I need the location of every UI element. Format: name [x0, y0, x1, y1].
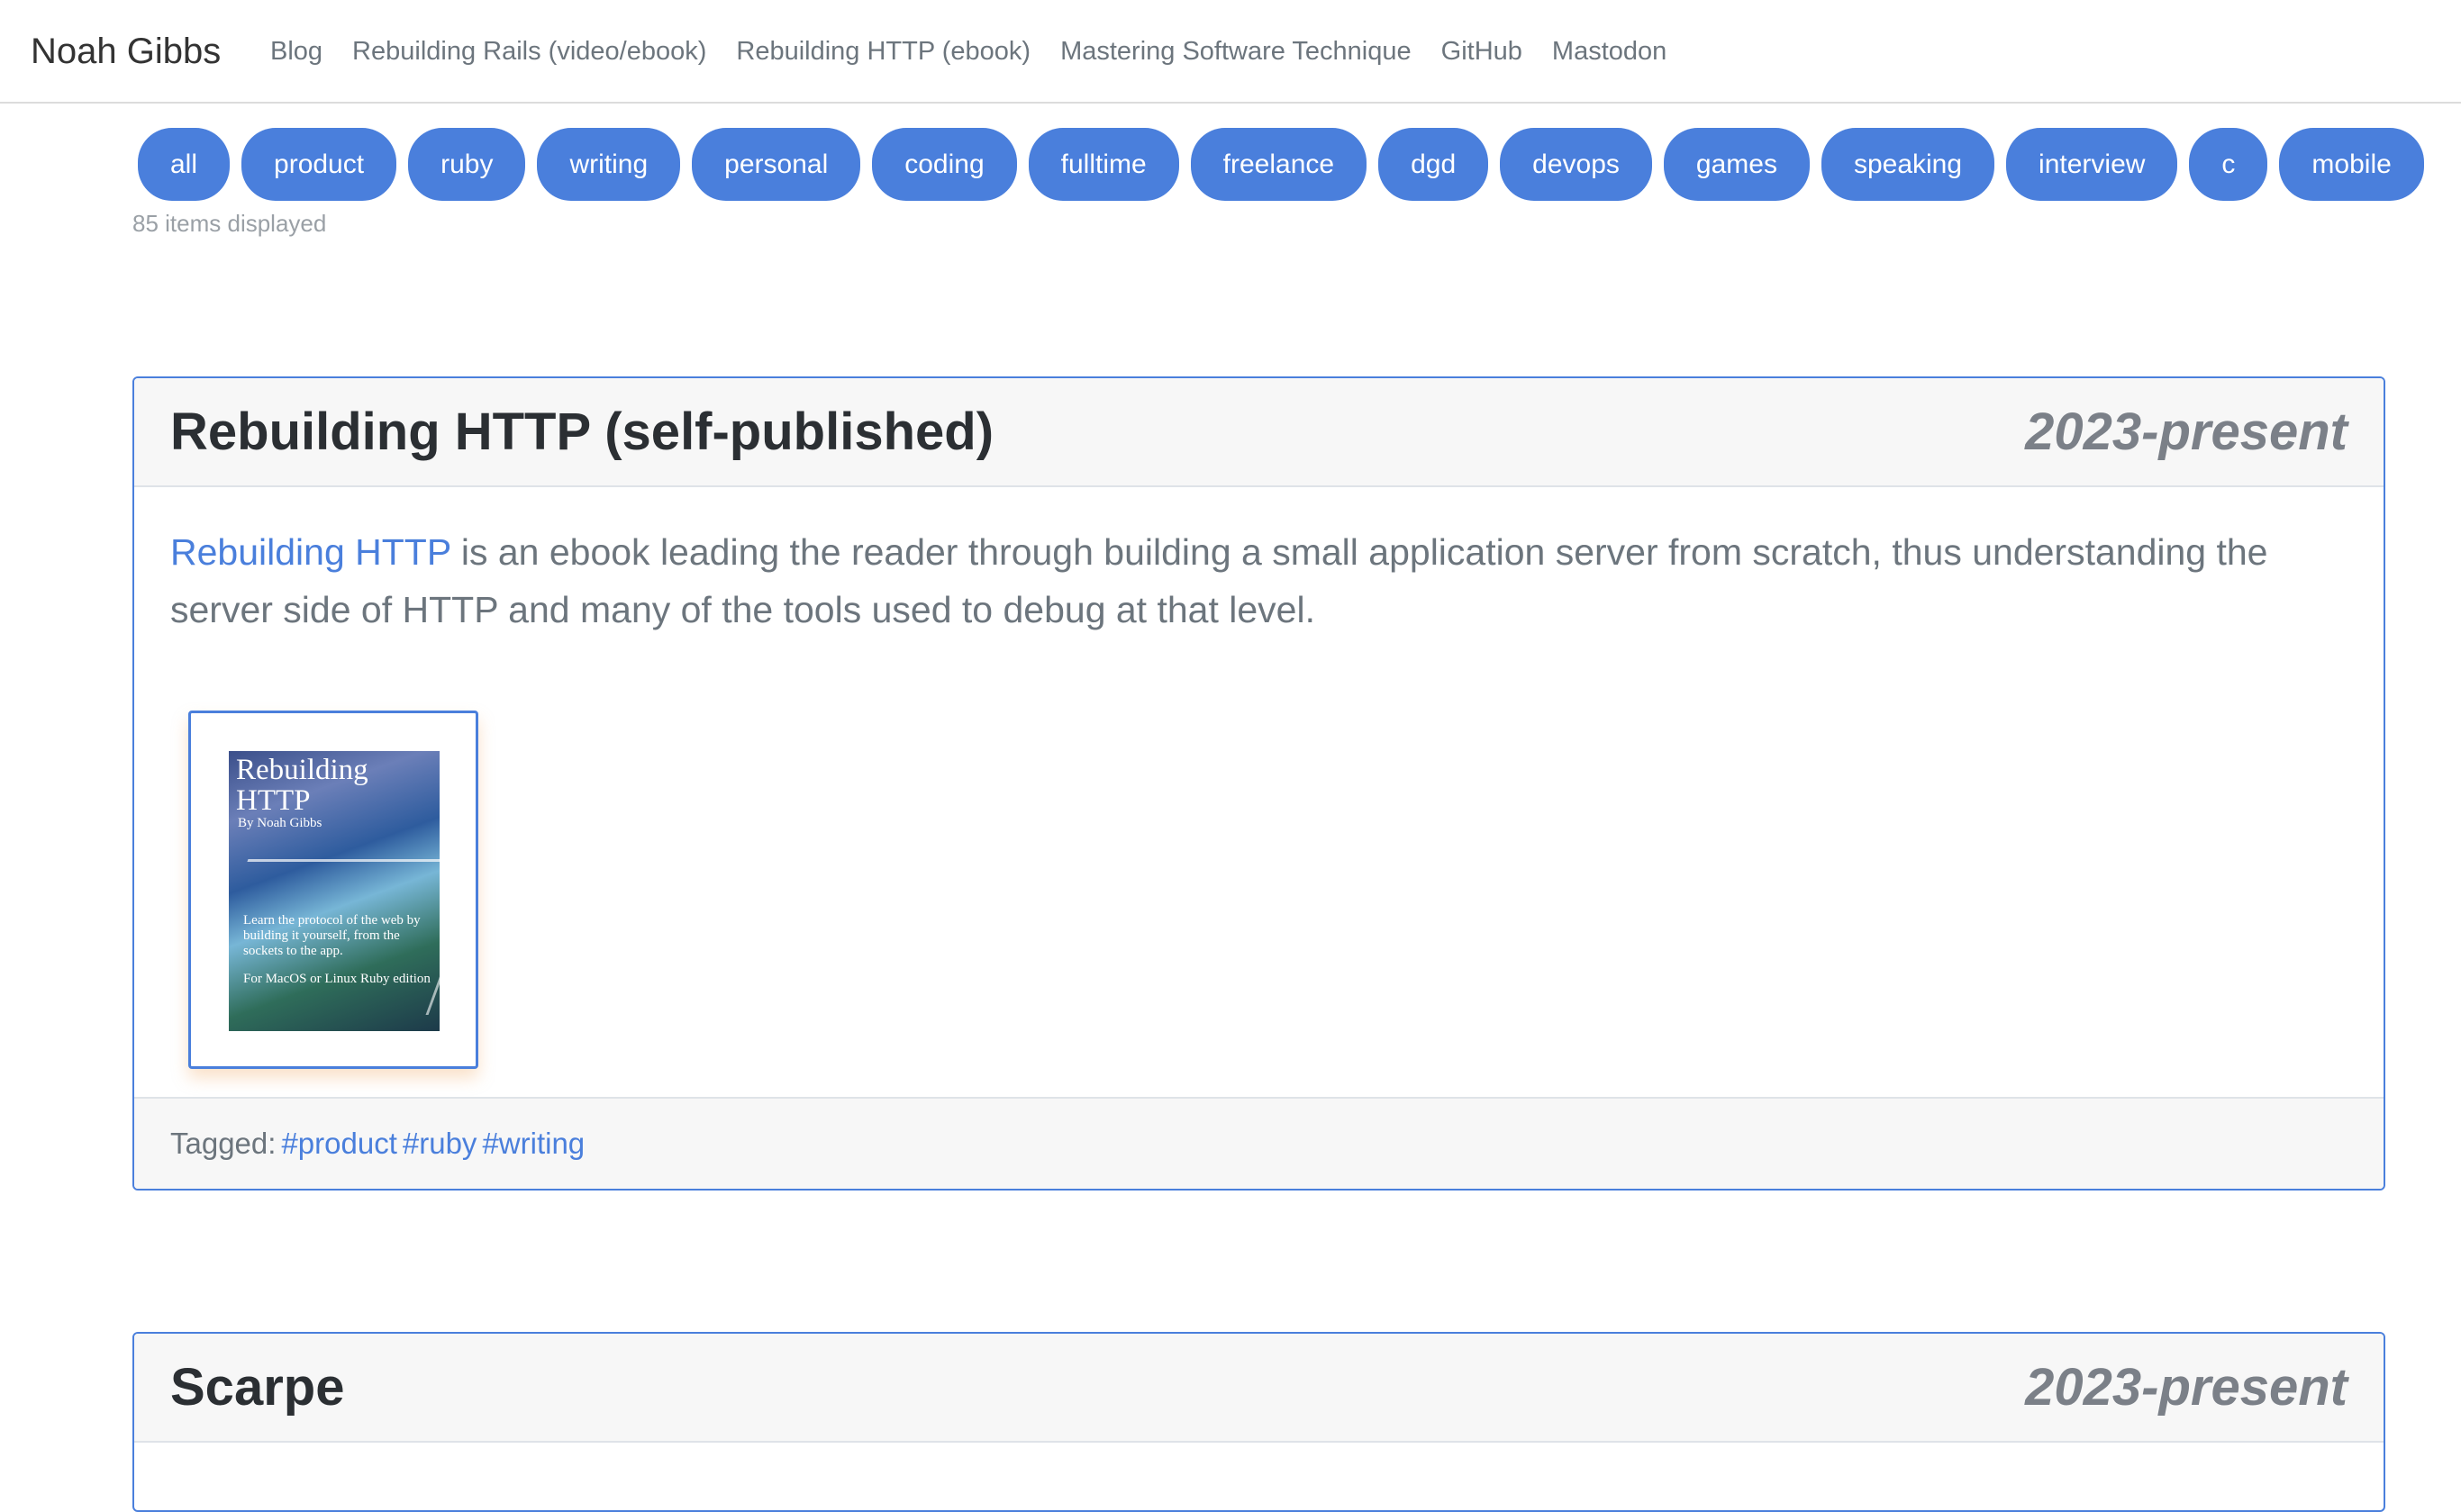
project-card: Scarpe 2023-present: [132, 1332, 2385, 1512]
book-cover-image: Rebuilding HTTP By Noah Gibbs Learn the …: [229, 751, 440, 1031]
tag-filter-speaking[interactable]: speaking: [1821, 128, 1995, 201]
nav-link-mastodon[interactable]: Mastodon: [1552, 37, 1666, 67]
card-body: Rebuilding HTTP is an ebook leading the …: [134, 487, 2384, 1097]
card-title: Scarpe: [170, 1358, 345, 1417]
card-footer: Tagged: #product #ruby #writing: [134, 1097, 2384, 1189]
tag-filter-dgd[interactable]: dgd: [1378, 128, 1489, 201]
tag-link-ruby[interactable]: #ruby: [403, 1127, 477, 1160]
tag-filter-games[interactable]: games: [1663, 128, 1810, 201]
nav-link-github[interactable]: GitHub: [1441, 37, 1522, 67]
tag-link-product[interactable]: #product: [281, 1127, 396, 1160]
nav-link-mastering-software-technique[interactable]: Mastering Software Technique: [1060, 37, 1412, 67]
card-date: 2023-present: [2025, 1358, 2347, 1417]
tagged-line: Tagged: #product #ruby #writing: [170, 1099, 585, 1189]
book-cover-thumbnail[interactable]: Rebuilding HTTP By Noah Gibbs Learn the …: [188, 711, 478, 1069]
top-navbar: Noah Gibbs Blog Rebuilding Rails (video/…: [0, 0, 2461, 104]
nav-links: Blog Rebuilding Rails (video/ebook) Rebu…: [270, 0, 1696, 104]
tag-filter-ruby[interactable]: ruby: [408, 128, 526, 201]
nav-link-rebuilding-http[interactable]: Rebuilding HTTP (ebook): [736, 37, 1031, 67]
cover-author: By Noah Gibbs: [238, 816, 322, 830]
cover-platform: For MacOS or Linux Ruby edition: [243, 972, 431, 986]
tag-filter-freelance[interactable]: freelance: [1190, 128, 1367, 201]
tag-filter-devops[interactable]: devops: [1500, 128, 1652, 201]
rebuilding-http-link[interactable]: Rebuilding HTTP: [170, 531, 450, 573]
nav-link-rebuilding-rails[interactable]: Rebuilding Rails (video/ebook): [352, 37, 706, 67]
description-text: is an ebook leading the reader through b…: [170, 531, 2268, 630]
card-date: 2023-present: [2025, 403, 2347, 461]
tag-filter-bar: all product ruby writing personal coding…: [138, 128, 2424, 201]
card-description: Rebuilding HTTP is an ebook leading the …: [170, 523, 2350, 638]
tag-filter-coding[interactable]: coding: [872, 128, 1017, 201]
items-count: 85 items displayed: [132, 210, 327, 237]
tag-link-writing[interactable]: #writing: [482, 1127, 585, 1160]
tag-filter-fulltime[interactable]: fulltime: [1028, 128, 1179, 201]
tag-filter-mobile[interactable]: mobile: [2279, 128, 2424, 201]
tag-filter-product[interactable]: product: [241, 128, 397, 201]
card-title: Rebuilding HTTP (self-published): [170, 403, 994, 461]
tag-filter-interview[interactable]: interview: [2006, 128, 2178, 201]
tag-filter-all[interactable]: all: [138, 128, 231, 201]
card-header: Rebuilding HTTP (self-published) 2023-pr…: [134, 378, 2384, 487]
nav-link-blog[interactable]: Blog: [270, 37, 322, 67]
card-header: Scarpe 2023-present: [134, 1334, 2384, 1443]
cover-title: Rebuilding HTTP: [236, 754, 368, 817]
tag-filter-personal[interactable]: personal: [692, 128, 861, 201]
tag-filter-writing[interactable]: writing: [537, 128, 681, 201]
tagged-label: Tagged:: [170, 1127, 277, 1160]
tag-filter-c[interactable]: c: [2189, 128, 2268, 201]
cover-blurb: Learn the protocol of the web by buildin…: [243, 913, 421, 958]
project-card: Rebuilding HTTP (self-published) 2023-pr…: [132, 376, 2385, 1191]
site-brand-link[interactable]: Noah Gibbs: [31, 0, 221, 104]
